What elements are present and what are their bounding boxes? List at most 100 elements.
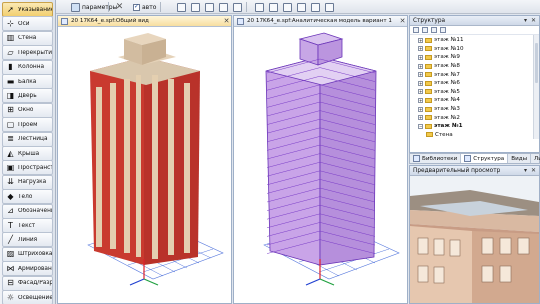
close-icon[interactable]: ✕ — [222, 17, 231, 25]
tool-window[interactable]: ⊞ Окно — [2, 102, 53, 118]
tool-text[interactable]: T Текст — [2, 218, 53, 233]
tool-door[interactable]: ◨ Дверь — [2, 88, 53, 104]
expand-icon[interactable]: + — [418, 72, 423, 78]
tool-stair[interactable]: ≣ Лестница — [2, 131, 53, 147]
panel-controls[interactable]: ▾ ✕ — [524, 17, 539, 24]
expand-icon[interactable]: + — [418, 37, 423, 43]
snap-icon — [177, 2, 186, 12]
settings-icon[interactable] — [431, 27, 437, 33]
tab-icon — [413, 155, 420, 162]
tree-item[interactable]: + этаж №8 — [410, 62, 539, 71]
slab-icon: ▱ — [7, 47, 14, 57]
tool-lighting[interactable]: ☼ Освещение — [2, 290, 53, 304]
filter-button[interactable] — [266, 1, 281, 13]
tree-item[interactable]: + этаж №5 — [410, 88, 539, 97]
auto-checkbox[interactable]: ✓ авто — [130, 1, 159, 13]
tab-analytical-model[interactable]: 20 17K64_e.spf:Аналитическая модель вари… — [234, 16, 407, 27]
tool-label: Перекрытие — [18, 49, 52, 56]
tool-opening[interactable]: ▢ Проём — [2, 117, 53, 133]
collapse-icon[interactable]: − — [418, 123, 423, 129]
analytical-model-viewport[interactable] — [234, 27, 407, 303]
tool-label: Колонна — [18, 64, 45, 71]
tool-slab[interactable]: ▱ Перекрытие — [2, 45, 53, 61]
rotate-button[interactable] — [216, 1, 231, 13]
measure-button[interactable] — [294, 1, 309, 13]
properties-icon — [311, 2, 320, 12]
tab-general-view[interactable]: 20 17K64_e.spf:Общий вид ✕ — [58, 16, 231, 27]
hatch-icon: ▨ — [6, 249, 15, 259]
tool-label: Штриховка — [18, 251, 52, 258]
tree-item[interactable]: + этаж №3 — [410, 105, 539, 114]
top-toolbar: параметры ✕ ✓ авто — [56, 0, 540, 14]
expand-icon[interactable]: + — [418, 89, 423, 95]
tree-item[interactable]: + этаж №2 — [410, 113, 539, 122]
layer-button[interactable] — [252, 1, 267, 13]
tool-line[interactable]: ╱ Линия — [2, 232, 53, 248]
params-icon — [71, 2, 80, 12]
tool-body[interactable]: ◆ Тело — [2, 189, 53, 205]
tool-roof[interactable]: ◭ Крыша — [2, 146, 53, 161]
mirror-button[interactable] — [230, 1, 245, 13]
tool-load[interactable]: ⇊ Нагрузка — [2, 174, 53, 190]
tab-panel[interactable]: Виды — [508, 154, 531, 163]
snap-button[interactable] — [174, 1, 189, 13]
tree-item[interactable]: + этаж №9 — [410, 53, 539, 62]
vertical-scrollbar[interactable] — [533, 35, 539, 139]
folder-icon — [426, 132, 433, 138]
tab-panel[interactable]: Листы — [531, 154, 540, 163]
tree-item[interactable]: + этаж №7 — [410, 70, 539, 79]
tree-item-label: этаж №8 — [434, 63, 460, 70]
general-view-window[interactable]: 20 17K64_e.spf:Общий вид ✕ — [57, 15, 232, 304]
tree-item[interactable]: + этаж №6 — [410, 79, 539, 88]
expand-icon[interactable]: + — [418, 46, 423, 52]
tree-item[interactable]: − этаж №1 — [410, 122, 539, 131]
tree-item-label: этаж №3 — [434, 106, 460, 113]
tree-item[interactable]: + этаж №11 — [410, 36, 539, 45]
copy-button[interactable] — [202, 1, 217, 13]
expand-icon[interactable]: + — [418, 97, 423, 103]
tab-panel[interactable]: Библиотеки — [410, 154, 462, 163]
tree-item-label: этаж №6 — [434, 80, 460, 87]
structure-tree: + этаж №11 + этаж №10 + этаж №9 + этаж №8 + этаж … — [410, 35, 539, 139]
tools-cross-button[interactable]: ✕ — [112, 1, 127, 13]
tool-label: Нагрузка — [18, 179, 47, 186]
tool-label: Тело — [18, 193, 33, 200]
add-icon[interactable] — [413, 27, 419, 33]
tool-section[interactable]: ⊟ Фасад/Разрез — [2, 275, 53, 291]
folder-icon — [425, 63, 432, 69]
visibility-icon[interactable] — [440, 27, 446, 33]
expand-icon[interactable]: + — [418, 106, 423, 112]
close-icon[interactable]: ✕ — [398, 17, 407, 25]
filter-icon[interactable] — [422, 27, 428, 33]
load-icon: ⇊ — [7, 177, 14, 187]
tool-rebar[interactable]: ⋈Армирование — [2, 261, 53, 277]
tool-space[interactable]: ▣Пространство — [2, 160, 53, 176]
move-button[interactable] — [188, 1, 203, 13]
table-button[interactable] — [322, 1, 337, 13]
render-button[interactable] — [280, 1, 295, 13]
expand-icon[interactable]: + — [418, 63, 423, 69]
general-view-viewport[interactable] — [58, 27, 231, 303]
tool-column[interactable]: ▮ Колонна — [2, 59, 53, 75]
opening-icon: ▢ — [6, 119, 15, 129]
tool-wall[interactable]: ▥ Стена — [2, 30, 53, 46]
tree-item[interactable]: + этаж №10 — [410, 45, 539, 54]
tool-axes[interactable]: ⊹ Оси — [2, 16, 53, 32]
tool-pointer[interactable]: ➚ Указывание — [2, 2, 53, 17]
mirror-icon — [233, 2, 242, 12]
tool-annotation[interactable]: ⊿ Обозначение — [2, 203, 53, 219]
expand-icon[interactable]: + — [418, 115, 423, 121]
tool-label: Крыша — [18, 150, 40, 157]
text-icon: T — [8, 220, 13, 230]
tool-hatch[interactable]: ▨ Штриховка — [2, 246, 53, 262]
scroll-thumb[interactable] — [535, 43, 538, 83]
panel-controls[interactable]: ▾ ✕ — [524, 167, 539, 174]
analytical-model-window[interactable]: 20 17K64_e.spf:Аналитическая модель вари… — [233, 15, 408, 304]
expand-icon[interactable]: + — [418, 80, 423, 86]
tool-beam[interactable]: ▬ Балка — [2, 74, 53, 89]
tab-panel[interactable]: Структура — [461, 154, 509, 163]
expand-icon[interactable]: + — [418, 54, 423, 60]
tree-item[interactable]: Стена — [410, 131, 539, 139]
tree-item[interactable]: + этаж №4 — [410, 96, 539, 105]
properties-button[interactable] — [308, 1, 323, 13]
